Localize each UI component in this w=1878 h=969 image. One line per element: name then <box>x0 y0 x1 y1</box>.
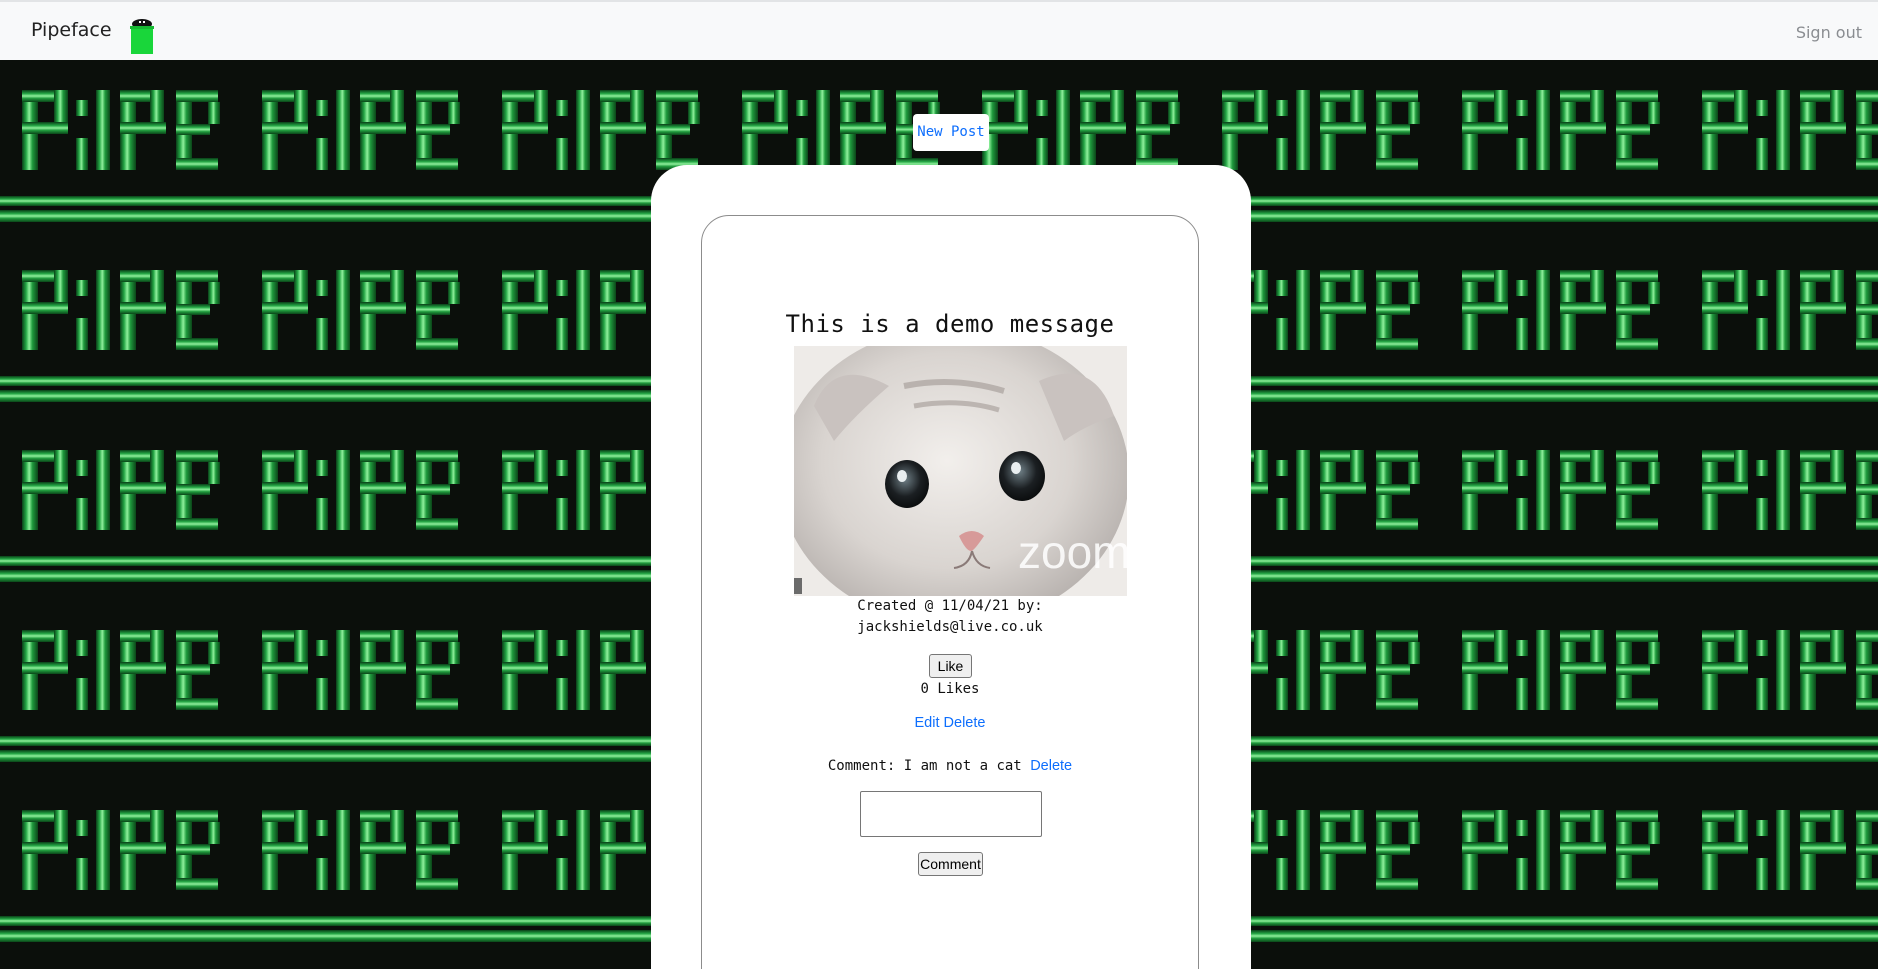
post-card: This is a demo message zoom Created @ 11… <box>701 215 1199 969</box>
new-post-button[interactable]: New Post <box>913 114 989 151</box>
comment-item: Comment: I am not a cat Delete <box>702 758 1198 774</box>
cat-image-icon: zoom <box>794 346 1127 596</box>
likes-count: 0 Likes <box>920 681 980 697</box>
green-pipe-logo-icon[interactable] <box>130 18 154 54</box>
comment-text: Comment: I am not a cat <box>827 758 1022 774</box>
navbar: Pipeface Sign out <box>0 0 1878 60</box>
sign-out-link[interactable]: Sign out <box>1796 23 1862 42</box>
comment-input[interactable] <box>860 791 1042 837</box>
like-button[interactable]: Like <box>929 654 972 678</box>
brand-link[interactable]: Pipeface <box>31 19 112 41</box>
post-message: This is a demo message <box>785 310 1115 338</box>
comment-button[interactable]: Comment <box>918 852 983 876</box>
image-watermark: zoom <box>1018 526 1127 578</box>
feed-panel: This is a demo message zoom Created @ 11… <box>651 165 1251 969</box>
edit-post-link[interactable]: Edit <box>915 715 940 731</box>
post-actions: Edit Delete <box>702 715 1198 731</box>
delete-comment-link[interactable]: Delete <box>1030 758 1072 774</box>
post-created-line: Created @ 11/04/21 by: <box>857 598 1043 614</box>
post-author-email: jackshields@live.co.uk <box>857 619 1043 635</box>
post-meta: Created @ 11/04/21 by: jackshields@live.… <box>702 596 1198 638</box>
post-image: zoom <box>794 346 1127 596</box>
delete-post-link[interactable]: Delete <box>944 715 986 731</box>
